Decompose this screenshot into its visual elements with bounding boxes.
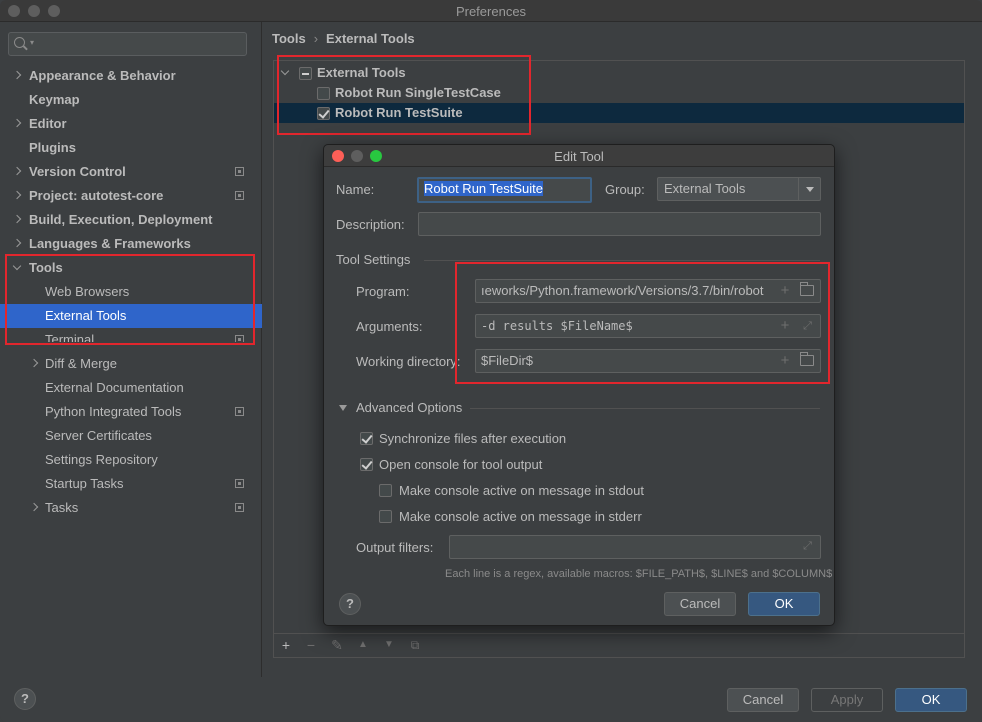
- breadcrumb: Tools › External Tools: [272, 31, 415, 46]
- sidebar-item-build[interactable]: Build, Execution, Deployment: [0, 208, 262, 232]
- open-console-checkbox[interactable]: [360, 458, 373, 471]
- add-icon[interactable]: +: [279, 638, 293, 652]
- sidebar-item-settings-repository[interactable]: Settings Repository: [0, 448, 262, 472]
- chevron-right-icon: [12, 184, 22, 208]
- project-scope-icon: [235, 191, 244, 200]
- edit-tool-dialog: Edit Tool Name: Robot Run TestSuite Grou…: [323, 144, 835, 626]
- search-input[interactable]: ▾: [8, 32, 247, 56]
- annotation-highlight-tools: [5, 254, 255, 345]
- dialog-title: Edit Tool: [554, 149, 604, 164]
- settings-sidebar: ▾ Appearance & Behavior Keymap Editor Pl…: [0, 22, 262, 677]
- sidebar-item-plugins[interactable]: Plugins: [0, 136, 262, 160]
- project-scope-icon: [235, 167, 244, 176]
- sidebar-item-version-control[interactable]: Version Control: [0, 160, 262, 184]
- chevron-right-icon: [12, 112, 22, 136]
- output-filters-hint: Each line is a regex, available macros: …: [445, 568, 833, 580]
- name-field[interactable]: Robot Run TestSuite: [417, 177, 592, 203]
- dialog-footer: ? Cancel Apply OK: [0, 677, 982, 722]
- remove-icon[interactable]: −: [304, 638, 318, 652]
- dialog-help-button[interactable]: ?: [339, 593, 361, 615]
- stdout-active-checkbox[interactable]: [379, 484, 392, 497]
- edit-icon[interactable]: ✎: [330, 638, 344, 652]
- dialog-ok-button[interactable]: OK: [748, 592, 820, 616]
- sync-files-label[interactable]: Synchronize files after execution: [379, 431, 566, 446]
- chevron-down-icon: [798, 178, 820, 200]
- stderr-active-label[interactable]: Make console active on message in stderr: [399, 509, 642, 524]
- name-label: Name:: [336, 182, 375, 197]
- title-bar: Preferences: [0, 0, 982, 22]
- window-title: Preferences: [455, 4, 527, 19]
- sidebar-item-editor[interactable]: Editor: [0, 112, 262, 136]
- chevron-right-icon: [29, 352, 39, 376]
- search-icon: [14, 37, 25, 48]
- copy-icon[interactable]: ⧉: [408, 638, 422, 652]
- sidebar-item-tasks[interactable]: Tasks: [0, 496, 262, 520]
- sync-files-checkbox[interactable]: [360, 432, 373, 445]
- breadcrumb-separator: ›: [313, 31, 319, 46]
- help-button[interactable]: ?: [14, 688, 36, 710]
- divider: [424, 260, 820, 261]
- group-select[interactable]: External Tools: [657, 177, 821, 201]
- sidebar-item-server-certificates[interactable]: Server Certificates: [0, 424, 262, 448]
- stdout-active-label[interactable]: Make console active on message in stdout: [399, 483, 644, 498]
- sidebar-item-languages[interactable]: Languages & Frameworks: [0, 232, 262, 256]
- open-console-label[interactable]: Open console for tool output: [379, 457, 542, 472]
- working-directory-label: Working directory:: [356, 354, 461, 369]
- expand-icon[interactable]: ⤢: [802, 541, 813, 552]
- chevron-right-icon: [12, 232, 22, 256]
- sidebar-item-diff-merge[interactable]: Diff & Merge: [0, 352, 262, 376]
- description-field[interactable]: [418, 212, 821, 236]
- description-label: Description:: [336, 217, 405, 232]
- program-label: Program:: [356, 284, 410, 299]
- chevron-right-icon: [12, 160, 22, 184]
- dialog-cancel-button[interactable]: Cancel: [664, 592, 736, 616]
- sidebar-item-startup-tasks[interactable]: Startup Tasks: [0, 472, 262, 496]
- sidebar-item-keymap[interactable]: Keymap: [0, 88, 262, 112]
- move-up-icon[interactable]: ▲: [356, 638, 370, 652]
- chevron-right-icon: [12, 64, 22, 88]
- tree-toolbar: + − ✎ ▲ ▼ ⧉: [273, 633, 965, 658]
- ok-button[interactable]: OK: [895, 688, 967, 712]
- cancel-button[interactable]: Cancel: [727, 688, 799, 712]
- sidebar-item-appearance[interactable]: Appearance & Behavior: [0, 64, 262, 88]
- group-label: Group:: [605, 182, 645, 197]
- sidebar-item-external-documentation[interactable]: External Documentation: [0, 376, 262, 400]
- move-down-icon[interactable]: ▼: [382, 638, 396, 652]
- project-scope-icon: [235, 407, 244, 416]
- dialog-title-bar: Edit Tool: [324, 145, 834, 167]
- chevron-down-icon: ▾: [30, 38, 35, 47]
- stderr-active-checkbox[interactable]: [379, 510, 392, 523]
- advanced-options-heading[interactable]: Advanced Options: [356, 400, 462, 415]
- project-scope-icon: [235, 479, 244, 488]
- chevron-right-icon: [12, 208, 22, 232]
- breadcrumb-current: External Tools: [326, 31, 415, 46]
- arguments-label: Arguments:: [356, 319, 423, 334]
- output-filters-field[interactable]: ⤢: [449, 535, 821, 559]
- project-scope-icon: [235, 503, 244, 512]
- breadcrumb-parent[interactable]: Tools: [272, 31, 306, 46]
- sidebar-item-project[interactable]: Project: autotest-core: [0, 184, 262, 208]
- tool-settings-heading: Tool Settings: [336, 252, 411, 267]
- annotation-highlight-tool-settings: [455, 262, 830, 384]
- preferences-window: Preferences ▾ Appearance & Behavior Keym…: [0, 0, 982, 722]
- annotation-highlight-tools-tree: [277, 55, 531, 135]
- output-filters-label: Output filters:: [356, 540, 434, 555]
- collapse-advanced-icon[interactable]: [339, 405, 347, 411]
- chevron-right-icon: [29, 496, 39, 520]
- divider: [470, 408, 820, 409]
- sidebar-item-python-integrated-tools[interactable]: Python Integrated Tools: [0, 400, 262, 424]
- apply-button[interactable]: Apply: [811, 688, 883, 712]
